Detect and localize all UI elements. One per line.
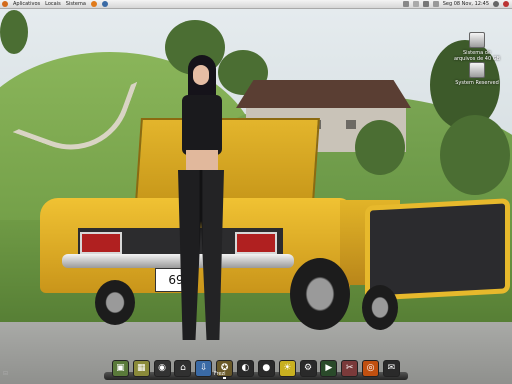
user-icon[interactable] xyxy=(493,1,499,7)
system-tray: Seg 08 Nov, 12:45 xyxy=(402,1,512,7)
firefox-icon[interactable] xyxy=(90,1,97,7)
dock-launcher-bulb[interactable]: ◉ xyxy=(153,359,171,377)
desktop-icon-trash[interactable]: System Reserved xyxy=(452,62,502,86)
menu-places[interactable]: Locais xyxy=(45,1,61,7)
dock-launcher-monitor[interactable]: ▶ xyxy=(320,359,338,377)
dock-launcher-images[interactable]: ▦ xyxy=(132,359,150,377)
desktop-icon-drive[interactable]: Sistema de arquivos de 40 GB xyxy=(452,32,502,62)
network-icon[interactable] xyxy=(402,1,409,7)
dock-launcher-weather[interactable]: ☀ xyxy=(278,359,296,377)
dock-launcher-browser[interactable]: ◎ xyxy=(362,359,380,377)
dock-launcher-player[interactable]: ● xyxy=(257,359,275,377)
dock-hover-label: Frezi xyxy=(214,371,226,377)
dock: ▣ ▦ ◉ ⌂ ⇩ ✪ ◐ ● ☀ ⚙ ▶ ✂ ◎ ✉ xyxy=(104,356,408,380)
menu-applications[interactable]: Aplicativos xyxy=(13,1,40,7)
woman-figure xyxy=(160,55,238,343)
drive-icon xyxy=(469,32,485,48)
desktop-wallpaper: 69 xyxy=(0,0,512,384)
menu-system[interactable]: Sistema xyxy=(66,1,86,7)
ubuntu-logo-icon[interactable] xyxy=(2,1,8,7)
battery-icon[interactable] xyxy=(432,1,439,7)
main-menu: Aplicativos Locais Sistema xyxy=(0,1,108,7)
tree xyxy=(0,10,28,54)
yellow-car: 69 xyxy=(40,118,510,330)
dock-launcher-home[interactable]: ⌂ xyxy=(174,359,192,377)
desktop-icon-trash-label: System Reserved xyxy=(455,80,499,86)
dock-launcher-media[interactable]: ◐ xyxy=(236,359,254,377)
dock-launcher-mail[interactable]: ✉ xyxy=(382,359,400,377)
dock-launcher-files[interactable]: ▣ xyxy=(111,359,129,377)
power-icon[interactable] xyxy=(503,1,509,7)
help-icon[interactable] xyxy=(101,1,108,7)
tree xyxy=(355,120,405,175)
desktop-icon-drive-label: Sistema de arquivos de 40 GB xyxy=(453,50,501,62)
mail-icon[interactable] xyxy=(412,1,419,7)
trash-applet-icon[interactable]: ⊟ xyxy=(3,370,8,377)
trash-icon xyxy=(469,62,485,78)
dock-launcher-tools[interactable]: ✂ xyxy=(341,359,359,377)
dock-launcher-settings[interactable]: ⚙ xyxy=(299,359,317,377)
dock-launcher-download[interactable]: ⇩ xyxy=(195,359,213,377)
clock[interactable]: Seg 08 Nov, 12:45 xyxy=(443,1,489,7)
volume-icon[interactable] xyxy=(422,1,429,7)
top-panel: Aplicativos Locais Sistema Seg 08 Nov, 1… xyxy=(0,0,512,9)
